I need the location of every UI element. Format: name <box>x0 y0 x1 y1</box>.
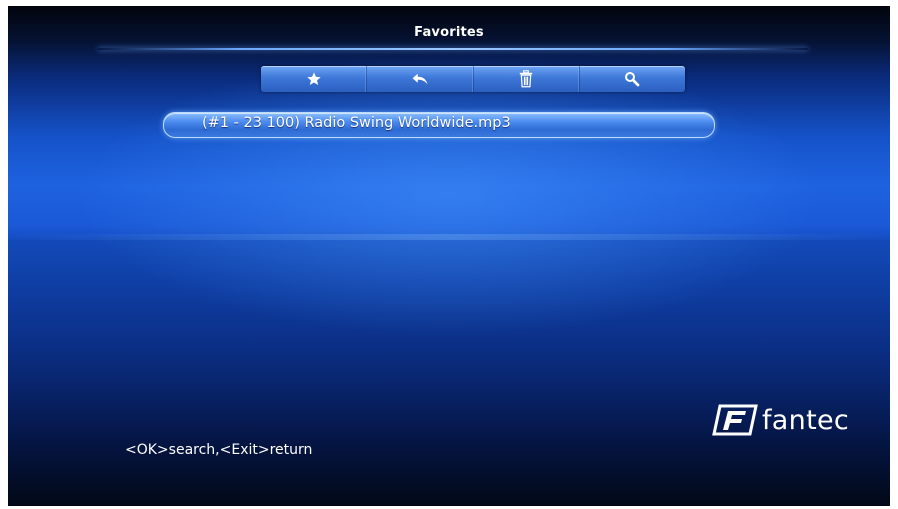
list-item-selected[interactable]: (#1 - 23 100) Radio Swing Worldwide.mp3 <box>163 112 715 138</box>
toolbar-return-button[interactable] <box>367 66 474 92</box>
list-item-label: (#1 - 23 100) Radio Swing Worldwide.mp3 <box>202 115 511 131</box>
key-hint: <OK>search,<Exit>return <box>125 442 313 458</box>
brand-name: fantec <box>762 404 850 436</box>
toolbar-search-button[interactable] <box>580 66 685 92</box>
star-icon <box>306 72 321 85</box>
brand-logo: fantec <box>712 404 849 436</box>
page-title: Favorites <box>414 25 484 40</box>
toolbar <box>261 66 685 92</box>
tv-screen: Favorites (#1 - 23 100) Radio Swing Worl… <box>8 6 890 506</box>
background-horizon <box>8 234 890 240</box>
search-icon <box>625 72 640 87</box>
return-icon <box>412 73 428 85</box>
trash-icon <box>519 70 533 88</box>
toolbar-favorites-button[interactable] <box>261 66 368 92</box>
fantec-logo-icon <box>712 404 758 436</box>
title-divider <box>98 48 808 50</box>
toolbar-delete-button[interactable] <box>474 66 580 92</box>
